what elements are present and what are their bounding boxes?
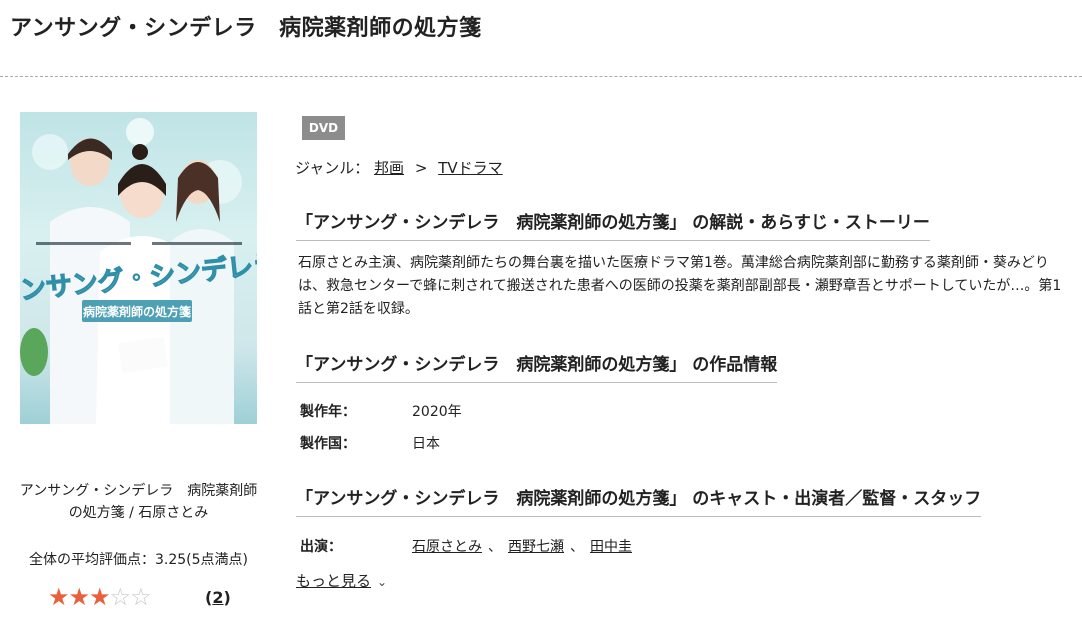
info-heading: 「アンサング・シンデレラ 病院薬剤師の処方箋」 の作品情報 — [296, 350, 778, 383]
cast-label: 出演： — [300, 539, 342, 555]
cast-heading: 「アンサング・シンデレラ 病院薬剤師の処方箋」 のキャスト・出演者／監督・スタッ… — [296, 484, 982, 517]
story-heading: 「アンサング・シンデレラ 病院薬剤師の処方箋」 の解説・あらすじ・ストーリー — [296, 208, 930, 241]
star-full-icons: ★★★ — [48, 583, 111, 611]
cast-separator: 、 — [570, 539, 584, 555]
genre-breadcrumb: ジャンル： 邦画 > TVドラマ — [295, 157, 503, 178]
genre-separator: > — [414, 159, 428, 177]
production-country-label: 製作国： — [300, 436, 356, 452]
review-count-link[interactable]: 2 — [212, 588, 223, 607]
title-divider — [0, 76, 1082, 77]
poster-image[interactable]: アンサング・シンデレラ 病院薬剤師の処方箋 — [20, 112, 257, 424]
show-more-link[interactable]: もっと見る — [296, 572, 371, 590]
cast-link[interactable]: 田中圭 — [590, 539, 632, 555]
star-empty-icons: ☆☆ — [109, 583, 152, 611]
cast-separator: 、 — [488, 539, 502, 555]
poster-caption: アンサング・シンデレラ 病院薬剤師の処方箋 / 石原さとみ — [19, 483, 258, 521]
genre-link-tvdrama[interactable]: TVドラマ — [438, 159, 502, 177]
story-summary: 石原さとみ主演、病院薬剤師たちの舞台裏を描いた医療ドラマ第1巻。萬津総合病院薬剤… — [298, 255, 1062, 317]
cast-list: 石原さとみ、西野七瀬、田中圭 — [412, 536, 632, 556]
cast-link[interactable]: 西野七瀬 — [508, 539, 564, 555]
average-rating: 全体の平均評価点：3.25(5点満点) — [28, 552, 248, 568]
production-country-value: 日本 — [412, 436, 440, 452]
show-more[interactable]: もっと見る ⌄ — [296, 570, 387, 591]
cast-link[interactable]: 石原さとみ — [412, 539, 482, 555]
page-title: アンサング・シンデレラ 病院薬剤師の処方箋 — [10, 16, 482, 41]
star-rating: ★★★☆☆ — [48, 583, 152, 611]
review-count-close: ) — [223, 588, 231, 607]
poster-logo-sub: 病院薬剤師の処方箋 — [83, 304, 191, 319]
poster-artwork: アンサング・シンデレラ 病院薬剤師の処方箋 — [20, 118, 257, 424]
dvd-badge: DVD — [302, 116, 345, 140]
chevron-down-icon: ⌄ — [377, 575, 388, 589]
production-year-label: 製作年： — [300, 404, 356, 420]
production-year-value: 2020年 — [412, 404, 462, 420]
genre-label: ジャンル： — [295, 159, 370, 177]
genre-link-movie[interactable]: 邦画 — [374, 159, 404, 177]
review-count: (2) — [205, 588, 231, 607]
